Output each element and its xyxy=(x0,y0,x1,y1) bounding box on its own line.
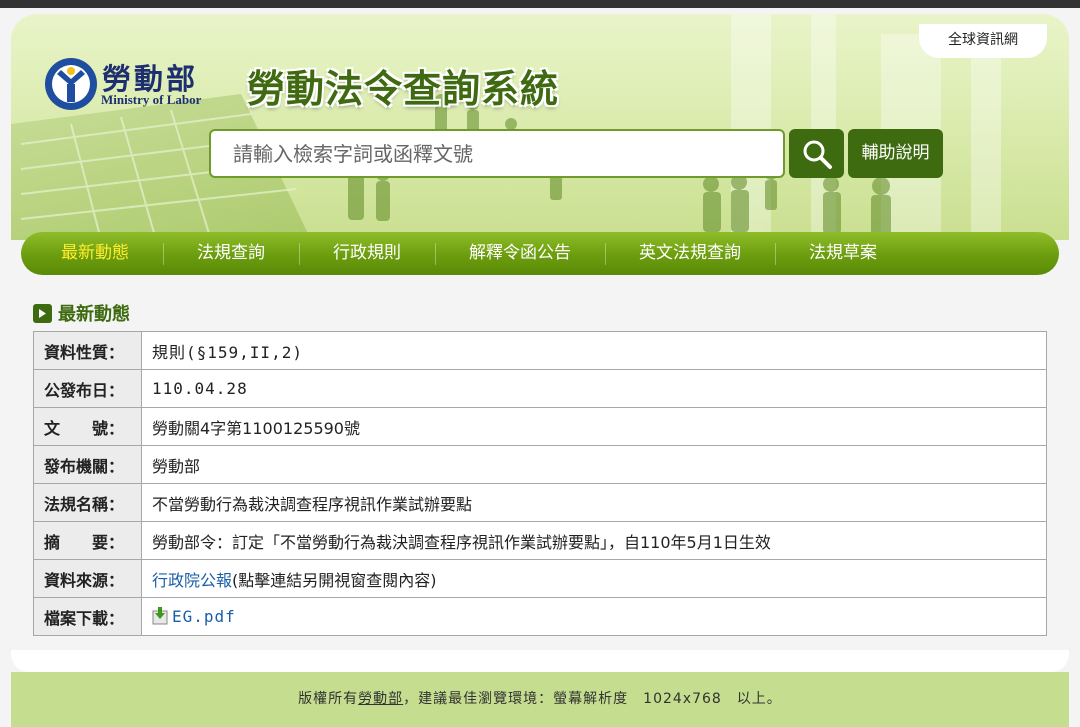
nav-item-draft-regulations[interactable]: 法規草案 xyxy=(775,232,911,275)
table-row: 資料性質： 規則(§159,II,2) xyxy=(33,331,1047,370)
row-label: 資料性質： xyxy=(33,331,142,370)
download-file-icon xyxy=(152,607,168,625)
main-nav: 最新動態 法規查詢 行政規則 解釋令函公告 英文法規查詢 法規草案 xyxy=(21,232,1059,275)
data-source-note: (點擊連結另開視窗查閱內容) xyxy=(232,570,437,590)
system-title: 勞動法令查詢系統 xyxy=(247,67,560,111)
row-label: 資料來源： xyxy=(33,559,142,598)
regulation-detail-table: 資料性質： 規則(§159,II,2) 公發布日： 110.04.28 文 號：… xyxy=(33,331,1047,636)
section-title: 最新動態 xyxy=(58,304,130,325)
summary-value: 勞動部令：訂定「不當勞動行為裁決調查程序視訊作業試辦要點」，自110年5月1日生… xyxy=(141,521,1047,560)
row-label: 文 號： xyxy=(33,407,142,446)
arrow-right-icon xyxy=(33,303,52,323)
publish-date-value: 110.04.28 xyxy=(141,369,1047,408)
footer-suffix: ，建議最佳瀏覽環境：螢幕解析度 1024x768 以上。 xyxy=(403,691,782,707)
row-label: 公發布日： xyxy=(33,369,142,408)
row-label: 檔案下載： xyxy=(33,597,142,636)
nav-item-interpretations[interactable]: 解釋令函公告 xyxy=(435,232,605,275)
data-source-cell: 行政院公報(點擊連結另開視窗查閱內容) xyxy=(141,559,1047,598)
table-row: 發布機關： 勞動部 xyxy=(33,445,1047,484)
header-background-illustration xyxy=(11,14,1001,240)
ministry-logo-icon xyxy=(45,58,97,110)
search-icon xyxy=(803,140,832,169)
nav-item-regulation-search[interactable]: 法規查詢 xyxy=(163,232,299,275)
table-row: 文 號： 勞動關4字第1100125590號 xyxy=(33,407,1047,446)
table-row: 法規名稱： 不當勞動行為裁決調查程序視訊作業試辦要點 xyxy=(33,483,1047,522)
table-row: 資料來源： 行政院公報(點擊連結另開視窗查閱內容) xyxy=(33,559,1047,598)
data-type-value: 規則(§159,II,2) xyxy=(141,331,1047,370)
pdf-download-link[interactable]: EG.pdf xyxy=(172,607,236,626)
row-label: 法規名稱： xyxy=(33,483,142,522)
table-row: 摘 要： 勞動部令：訂定「不當勞動行為裁決調查程序視訊作業試辦要點」，自110年… xyxy=(33,521,1047,560)
table-row: 檔案下載： EG.pdf xyxy=(33,597,1047,636)
row-label: 摘 要： xyxy=(33,521,142,560)
content-bottom-edge xyxy=(11,650,1069,672)
site-header: 全球資訊網 勞動部 Ministry of Labor 勞動法令查詢系統 xyxy=(11,14,1069,240)
issuing-agency-value: 勞動部 xyxy=(141,445,1047,484)
help-button[interactable]: 輔助說明 xyxy=(848,129,943,178)
global-info-link[interactable]: 全球資訊網 xyxy=(919,24,1047,58)
search-input[interactable] xyxy=(209,129,785,178)
section-heading: 最新動態 xyxy=(33,300,130,326)
file-download-cell: EG.pdf xyxy=(141,597,1047,636)
document-number-value: 勞動關4字第1100125590號 xyxy=(141,407,1047,446)
gazette-link[interactable]: 行政院公報 xyxy=(152,571,232,590)
table-row: 公發布日： 110.04.28 xyxy=(33,369,1047,408)
nav-item-latest-news[interactable]: 最新動態 xyxy=(43,232,163,275)
footer-prefix: 版權所有 xyxy=(298,691,359,707)
search-button[interactable] xyxy=(789,129,844,178)
footer: 版權所有勞動部，建議最佳瀏覽環境：螢幕解析度 1024x768 以上。 xyxy=(11,672,1069,727)
nav-item-administrative-rules[interactable]: 行政規則 xyxy=(299,232,435,275)
regulation-name-value: 不當勞動行為裁決調查程序視訊作業試辦要點 xyxy=(141,483,1047,522)
row-label: 發布機關： xyxy=(33,445,142,484)
browser-top-bar xyxy=(0,0,1080,8)
footer-org-link[interactable]: 勞動部 xyxy=(358,691,403,707)
nav-item-english-regulations[interactable]: 英文法規查詢 xyxy=(605,232,775,275)
logo-english-text: Ministry of Labor xyxy=(101,92,202,107)
